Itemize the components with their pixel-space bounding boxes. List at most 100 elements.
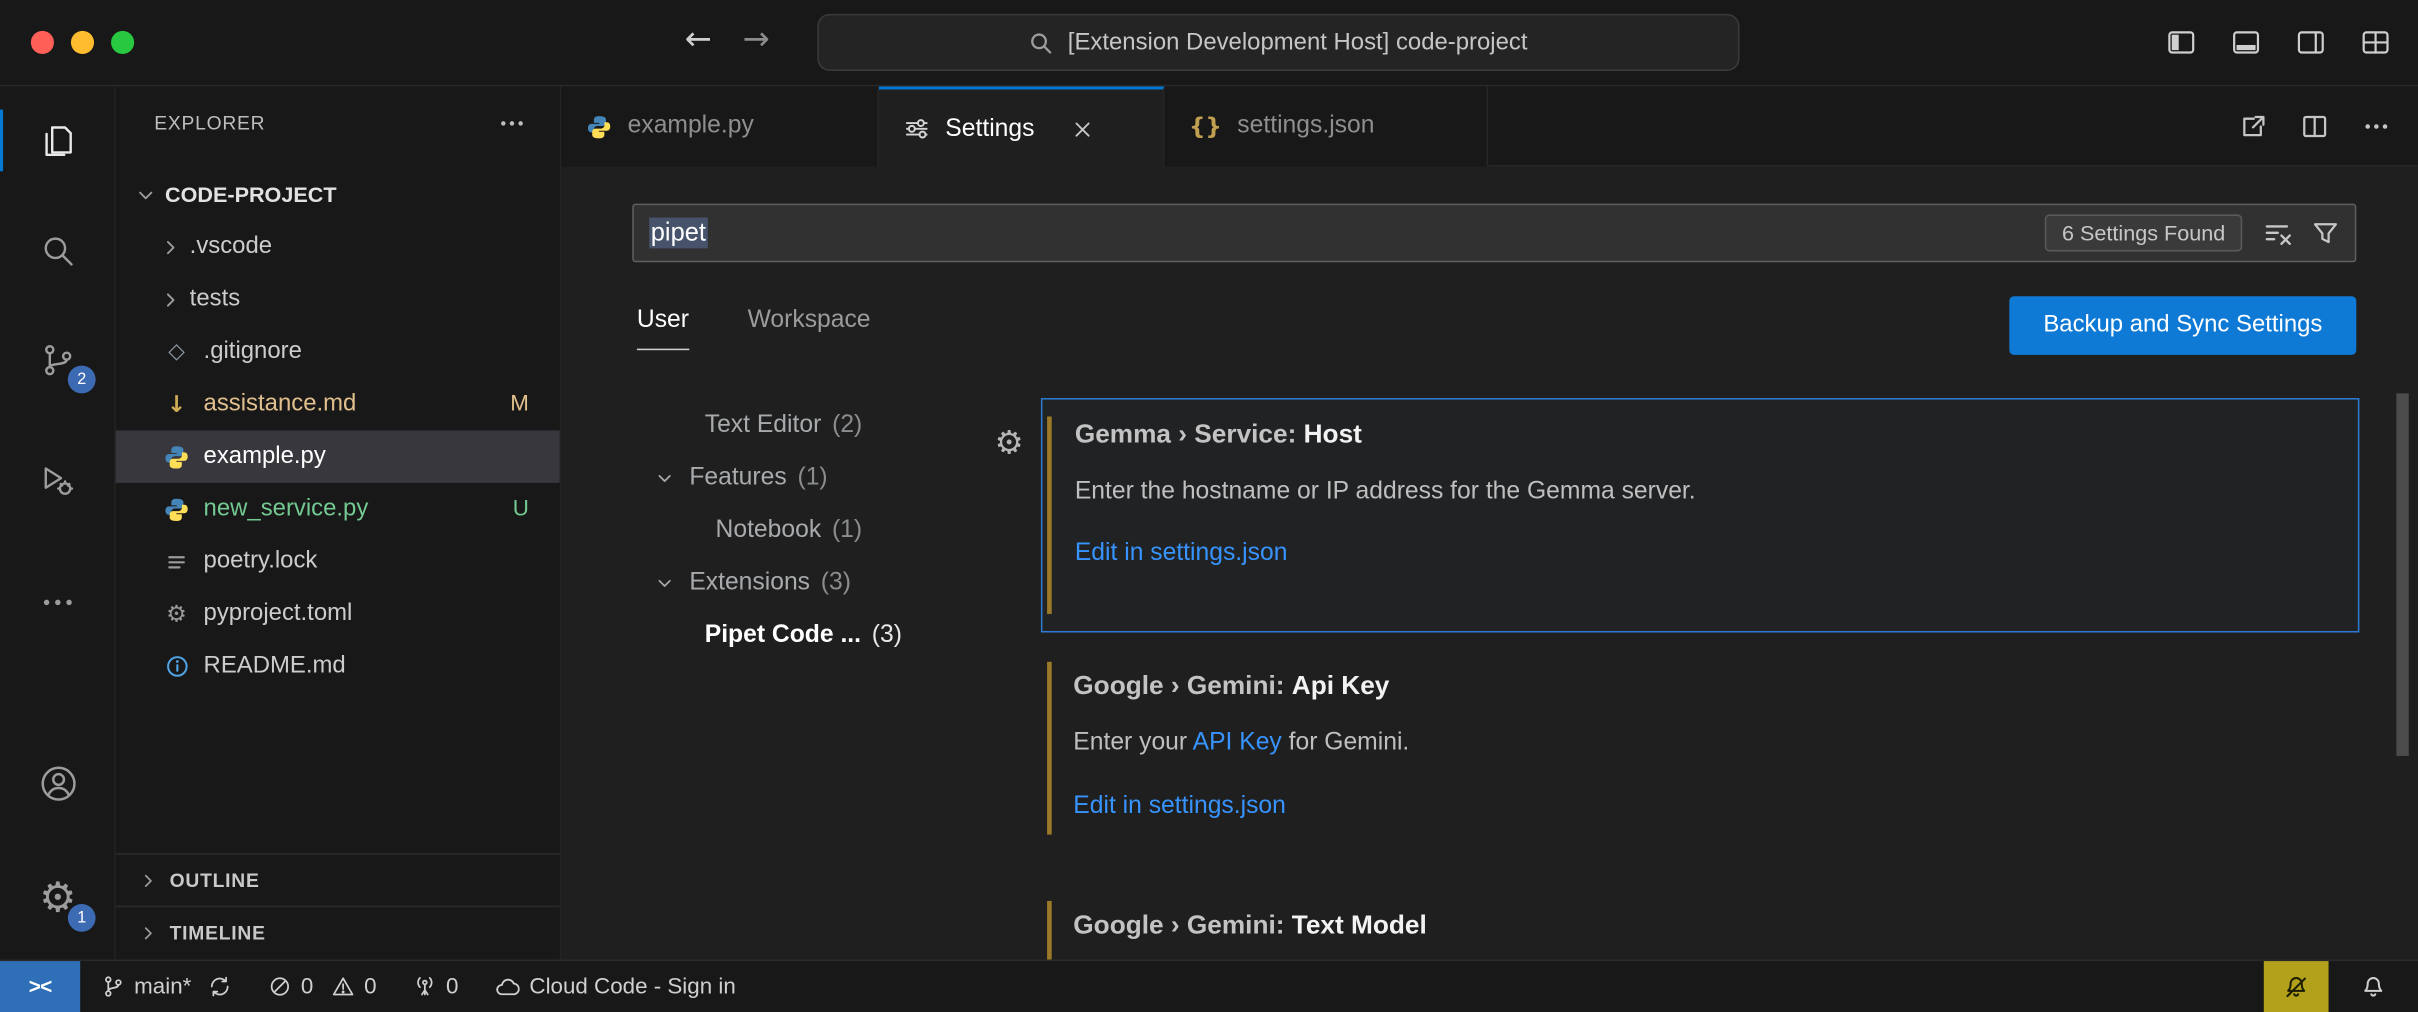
explorer-icon[interactable] xyxy=(0,96,116,185)
activity-bar: 2 ⚙ 1 xyxy=(0,86,116,959)
ports-status-item[interactable]: 0 xyxy=(414,974,459,999)
back-icon[interactable]: ← xyxy=(685,20,712,57)
problems-status-item[interactable]: 0 0 xyxy=(268,974,376,999)
forward-icon[interactable]: → xyxy=(743,20,770,57)
tree-root-folder[interactable]: CODE-PROJECT xyxy=(116,168,560,220)
settings-toc: Text Editor(2) Features(1) Notebook(1) E… xyxy=(561,400,993,662)
cloud-code-status-item[interactable]: Cloud Code - Sign in xyxy=(495,974,735,999)
search-icon xyxy=(1029,30,1054,55)
json-braces-icon: {} xyxy=(1189,113,1222,141)
customize-layout-icon[interactable] xyxy=(2361,28,2390,57)
more-actions-icon[interactable] xyxy=(2362,113,2390,141)
branch-status-item[interactable]: main* xyxy=(102,974,232,999)
toc-extensions[interactable]: Extensions(3) xyxy=(561,557,993,609)
command-center[interactable]: [Extension Development Host] code-projec… xyxy=(817,14,1739,71)
window-title: [Extension Development Host] code-projec… xyxy=(1068,29,1528,57)
explorer-more-actions-icon[interactable] xyxy=(498,110,526,138)
settings-sliders-icon xyxy=(904,116,930,142)
close-tab-icon[interactable] xyxy=(1071,118,1093,140)
radio-tower-icon xyxy=(414,975,437,998)
tab-settings-json[interactable]: {} settings.json xyxy=(1164,86,1488,166)
tree-item-tests[interactable]: tests xyxy=(116,273,560,325)
warnings-icon xyxy=(332,975,355,998)
python-file-icon xyxy=(163,444,189,470)
tree-item-vscode[interactable]: .vscode xyxy=(116,221,560,273)
scope-tab-user[interactable]: User xyxy=(637,307,689,350)
setting-google-gemini-text-model[interactable]: Google › Gemini: Text Model xyxy=(1041,895,2359,960)
remote-indicator[interactable]: >< xyxy=(0,961,80,1012)
status-bar: >< main* 0 0 0 Cloud Code - Sign in xyxy=(0,960,2418,1012)
source-control-icon[interactable]: 2 xyxy=(0,315,116,404)
do-not-disturb-icon[interactable] xyxy=(2264,961,2329,1012)
more-views-icon[interactable] xyxy=(0,557,116,646)
scope-tab-workspace[interactable]: Workspace xyxy=(748,307,871,350)
file-tree: CODE-PROJECT .vscode tests ◇ .gitignore … xyxy=(116,168,560,693)
tree-item-gitignore[interactable]: ◇ .gitignore xyxy=(116,326,560,378)
minimize-window-button[interactable] xyxy=(71,31,94,54)
settings-found-badge: 6 Settings Found xyxy=(2045,214,2242,251)
traffic-lights xyxy=(31,31,134,54)
vscode-window: ← → [Extension Development Host] code-pr… xyxy=(0,0,2418,1012)
setting-actions-gear-icon[interactable]: ⚙ xyxy=(995,424,1024,461)
api-key-link[interactable]: API Key xyxy=(1193,730,1282,756)
setting-gemma-service-host[interactable]: Gemma › Service: Host Enter the hostname… xyxy=(1041,398,2359,632)
run-debug-icon[interactable] xyxy=(0,435,116,524)
backup-sync-settings-button[interactable]: Backup and Sync Settings xyxy=(2009,296,2356,355)
close-window-button[interactable] xyxy=(31,31,54,54)
chevron-down-icon xyxy=(655,574,674,593)
open-settings-json-icon[interactable] xyxy=(2239,113,2267,141)
setting-google-gemini-api-key[interactable]: Google › Gemini: Api Key Enter your API … xyxy=(1041,656,2359,841)
tab-example-py[interactable]: example.py xyxy=(561,86,879,166)
markdown-file-icon: ↓ xyxy=(163,390,189,418)
tree-item-poetry-lock[interactable]: poetry.lock xyxy=(116,535,560,587)
toc-pipet-code[interactable]: Pipet Code ...(3) xyxy=(561,609,993,661)
chevron-right-icon xyxy=(139,923,158,942)
zoom-window-button[interactable] xyxy=(111,31,134,54)
setting-description: Enter your API Key for Gemini. xyxy=(1073,730,1409,758)
git-file-icon: ◇ xyxy=(163,339,189,364)
sync-icon xyxy=(208,975,231,998)
tree-item-assistance-md[interactable]: ↓ assistance.md M xyxy=(116,378,560,430)
settings-badge: 1 xyxy=(68,904,96,932)
edit-in-settings-json-link[interactable]: Edit in settings.json xyxy=(1075,540,1288,568)
tree-item-pyproject-toml[interactable]: ⚙ pyproject.toml xyxy=(116,588,560,640)
editor-group: example.py Settings {} settings.json xyxy=(561,86,2418,959)
filter-funnel-icon[interactable] xyxy=(2312,219,2340,247)
accounts-icon[interactable] xyxy=(0,739,116,828)
git-status-badge: U xyxy=(513,497,529,522)
toc-text-editor[interactable]: Text Editor(2) xyxy=(561,400,993,452)
python-file-icon xyxy=(586,113,612,139)
clear-search-filters-icon[interactable] xyxy=(2262,218,2291,247)
timeline-section[interactable]: TIMELINE xyxy=(116,906,560,958)
errors-icon xyxy=(268,975,291,998)
info-file-icon xyxy=(163,654,189,679)
tree-item-new-service-py[interactable]: new_service.py U xyxy=(116,483,560,535)
lock-file-icon xyxy=(163,550,189,573)
edit-in-settings-json-link[interactable]: Edit in settings.json xyxy=(1073,793,1286,821)
cloud-icon xyxy=(495,974,520,999)
toml-gear-icon: ⚙ xyxy=(163,600,189,628)
toggle-secondary-sidebar-icon[interactable] xyxy=(2296,28,2325,57)
chevron-down-icon xyxy=(655,469,674,488)
outline-section[interactable]: OUTLINE xyxy=(116,853,560,905)
tab-strip: example.py Settings {} settings.json xyxy=(561,86,2418,166)
search-query-text: pipet xyxy=(649,217,707,248)
toc-features[interactable]: Features(1) xyxy=(561,452,993,504)
toc-notebook[interactable]: Notebook(1) xyxy=(561,504,993,556)
tree-item-readme-md[interactable]: README.md xyxy=(116,640,560,692)
split-editor-icon[interactable] xyxy=(2301,113,2329,141)
notifications-bell-icon[interactable] xyxy=(2329,974,2418,999)
python-file-icon xyxy=(163,496,189,522)
toggle-sidebar-icon[interactable] xyxy=(2167,28,2196,57)
tree-item-example-py[interactable]: example.py xyxy=(116,430,560,482)
setting-description: Enter the hostname or IP address for the… xyxy=(1075,478,1696,506)
vertical-scrollbar[interactable] xyxy=(2396,393,2408,756)
settings-gear-icon[interactable]: ⚙ 1 xyxy=(0,853,116,942)
modified-indicator xyxy=(1047,417,1052,614)
settings-search-input[interactable]: pipet 6 Settings Found xyxy=(632,204,2356,263)
sidebar-title: EXPLORER xyxy=(116,86,560,160)
search-icon[interactable] xyxy=(0,205,116,294)
tab-settings[interactable]: Settings xyxy=(879,86,1164,168)
toggle-panel-icon[interactable] xyxy=(2231,28,2260,57)
modified-indicator xyxy=(1047,662,1052,835)
